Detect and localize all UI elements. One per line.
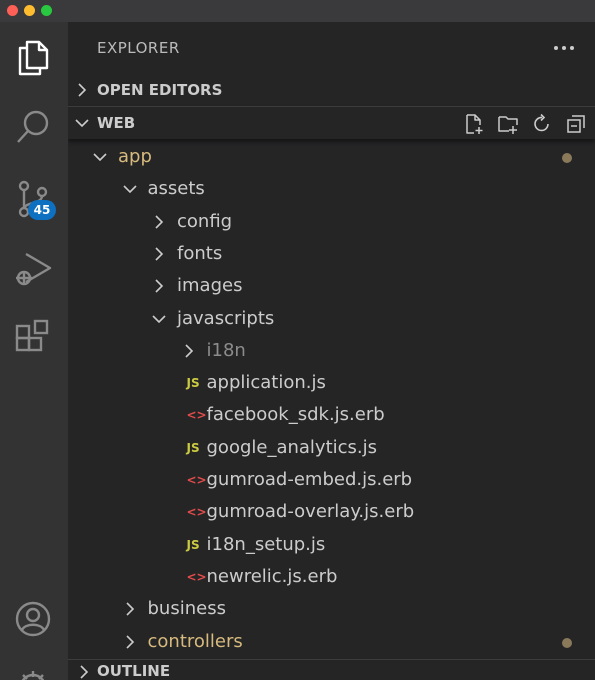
tree-item-label: business (147, 598, 226, 620)
new-file-icon[interactable] (463, 113, 485, 135)
tree-folder-row[interactable]: business (68, 593, 595, 625)
tree-item-label: gumroad-overlay.js.erb (206, 501, 415, 523)
chevron-right-icon (151, 214, 167, 230)
chevron-right-icon (151, 246, 167, 262)
extensions-icon[interactable] (12, 318, 54, 360)
js-file-icon: JS (186, 440, 200, 455)
open-editors-section[interactable]: OPEN EDITORS (68, 74, 595, 106)
source-control-badge: 45 (28, 200, 56, 220)
outline-section[interactable]: OUTLINE (68, 659, 595, 680)
outline-label: OUTLINE (97, 662, 171, 680)
erb-file-icon: <> (186, 569, 207, 584)
web-section[interactable]: WEB (68, 106, 595, 139)
chevron-down-icon (74, 115, 90, 131)
tree-item-label: gumroad-embed.js.erb (206, 469, 413, 490)
erb-file-icon: <> (186, 505, 207, 520)
maximize-window-button[interactable] (41, 5, 52, 16)
js-file-icon: JS (186, 537, 200, 552)
account-icon[interactable] (12, 598, 54, 640)
tree-item-label: newrelic.js.erb (206, 565, 338, 587)
tree-item-label: images (177, 275, 243, 297)
tree-folder-row[interactable]: app (68, 141, 595, 173)
tree-file-row[interactable]: JS google_analytics.js (68, 432, 595, 464)
file-tree: app assets config fonts images javascripts i18… (68, 141, 595, 661)
erb-file-icon: <> (186, 408, 207, 423)
tree-file-row[interactable]: <> gumroad-embed.js.erb (68, 464, 595, 496)
chevron-down-icon (151, 311, 167, 327)
window-titlebar (0, 0, 595, 22)
tree-item-label: javascripts (177, 307, 275, 329)
tree-item-label: application.js (206, 372, 326, 394)
tree-item-label: assets (147, 178, 205, 200)
open-editors-label: OPEN EDITORS (97, 81, 223, 99)
erb-file-icon: <> (186, 473, 207, 487)
tree-folder-row[interactable]: config (68, 206, 595, 238)
tree-folder-row[interactable]: fonts (68, 238, 595, 270)
refresh-icon[interactable] (531, 113, 553, 135)
tree-item-label: controllers (147, 630, 243, 652)
chevron-down-icon (122, 181, 138, 197)
tree-folder-row[interactable]: controllers (68, 626, 595, 658)
explorer-header: EXPLORER (68, 22, 595, 74)
web-actions (463, 113, 587, 135)
tree-folder-row[interactable]: javascripts (68, 303, 595, 335)
search-icon[interactable] (12, 106, 54, 148)
minimize-window-button[interactable] (24, 5, 35, 16)
chevron-down-icon (92, 149, 108, 165)
tree-item-label: facebook_sdk.js.erb (206, 404, 385, 426)
activity-bar: 45 (0, 22, 68, 680)
chevron-right-icon (122, 601, 138, 617)
chevron-right-icon (122, 634, 138, 650)
tree-file-row[interactable]: <> newrelic.js.erb (68, 561, 595, 593)
tree-file-row[interactable]: JS application.js (68, 367, 595, 399)
modified-indicator-dot (562, 153, 572, 163)
more-actions-icon[interactable] (552, 38, 576, 58)
chevron-right-icon (74, 82, 90, 98)
tree-folder-row[interactable]: images (68, 270, 595, 302)
close-window-button[interactable] (7, 5, 18, 16)
web-label: WEB (97, 114, 136, 132)
tree-file-row[interactable]: JS i18n_setup.js (68, 529, 595, 561)
tree-item-label: config (177, 210, 233, 232)
modified-indicator-dot (562, 637, 572, 648)
tree-file-row[interactable]: <> facebook_sdk.js.erb (68, 399, 595, 431)
chevron-right-icon (181, 343, 197, 359)
tree-folder-row[interactable]: i18n (68, 335, 595, 367)
chevron-right-icon (151, 278, 167, 294)
tree-file-row[interactable]: <> gumroad-overlay.js.erb (68, 496, 595, 528)
explorer-icon[interactable] (12, 36, 54, 78)
settings-icon[interactable] (12, 666, 54, 680)
new-folder-icon[interactable] (497, 113, 519, 135)
explorer-title: EXPLORER (97, 39, 180, 57)
tree-item-label: google_analytics.js (206, 436, 378, 458)
tree-item-label: fonts (177, 242, 223, 264)
tree-item-label: i18n (206, 339, 246, 361)
tree-item-label: app (118, 146, 152, 167)
tree-folder-row[interactable]: assets (68, 173, 595, 205)
chevron-right-icon (76, 664, 92, 680)
js-file-icon: JS (186, 376, 200, 391)
explorer-sidebar: EXPLORER OPEN EDITORS WEB app assets con… (68, 22, 595, 680)
collapse-all-icon[interactable] (565, 113, 587, 135)
tree-item-label: i18n_setup.js (206, 533, 326, 555)
run-debug-icon[interactable] (12, 248, 54, 290)
